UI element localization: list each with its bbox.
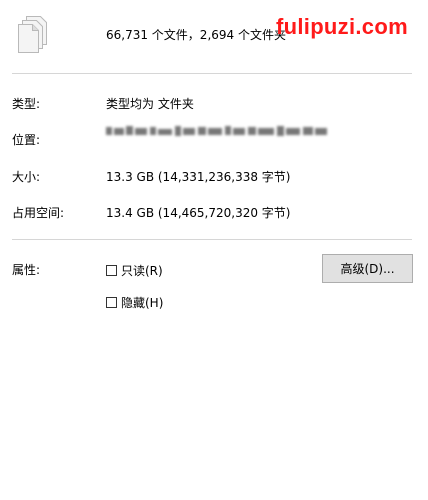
readonly-checkbox-row[interactable]: 只读(R) [106, 262, 163, 278]
divider-bottom [12, 239, 412, 240]
hidden-label[interactable]: 隐藏(H) [121, 294, 163, 311]
watermark: fulipuzi.com [276, 14, 408, 39]
readonly-label[interactable]: 只读(R) [121, 262, 163, 279]
location-value-redacted [104, 123, 330, 139]
hidden-checkbox[interactable] [106, 296, 117, 308]
type-label: 类型: [12, 97, 41, 111]
size-label: 大小: [12, 170, 41, 184]
readonly-checkbox[interactable] [106, 264, 117, 276]
disk-usage-value: 13.4 GB (14,465,720,320 字节) [106, 206, 291, 220]
hidden-checkbox-row[interactable]: 隐藏(H) [106, 294, 163, 310]
disk-usage-label: 占用空间: [12, 206, 65, 220]
divider-top [12, 73, 412, 74]
advanced-button[interactable]: 高级(D)... [322, 254, 413, 283]
type-value: 类型均为 文件夹 [106, 97, 194, 111]
multiple-files-icon [16, 14, 50, 58]
location-label: 位置: [12, 133, 41, 147]
attributes-label: 属性: [12, 263, 41, 277]
selection-summary: 66,731 个文件，2,694 个文件夹 [106, 28, 286, 42]
size-value: 13.3 GB (14,331,236,338 字节) [106, 170, 291, 184]
